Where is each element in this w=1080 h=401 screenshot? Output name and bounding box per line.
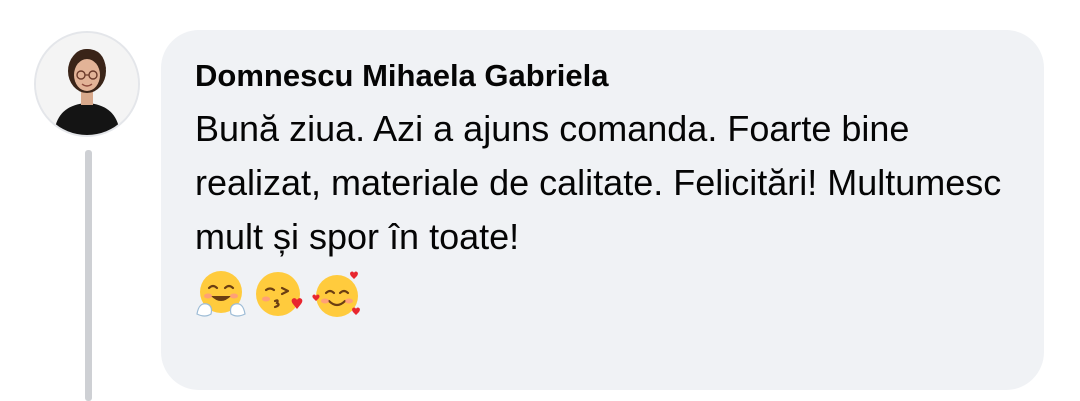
emoji-row <box>195 268 1014 324</box>
comment-text: Bună ziua. Azi a ajuns comanda. Foarte b… <box>195 108 1002 257</box>
avatar-photo <box>36 33 138 135</box>
comment-bubble: Domnescu Mihaela Gabriela Bună ziua. Azi… <box>161 30 1044 390</box>
thread-line <box>85 150 92 401</box>
avatar[interactable] <box>34 31 140 137</box>
hugging-face-icon <box>196 271 246 317</box>
comment-author[interactable]: Domnescu Mihaela Gabriela <box>195 56 1014 96</box>
smiling-face-with-hearts-icon <box>312 271 360 317</box>
face-blowing-kiss-icon <box>256 272 303 316</box>
comment-thread: Domnescu Mihaela Gabriela Bună ziua. Azi… <box>0 0 1080 401</box>
